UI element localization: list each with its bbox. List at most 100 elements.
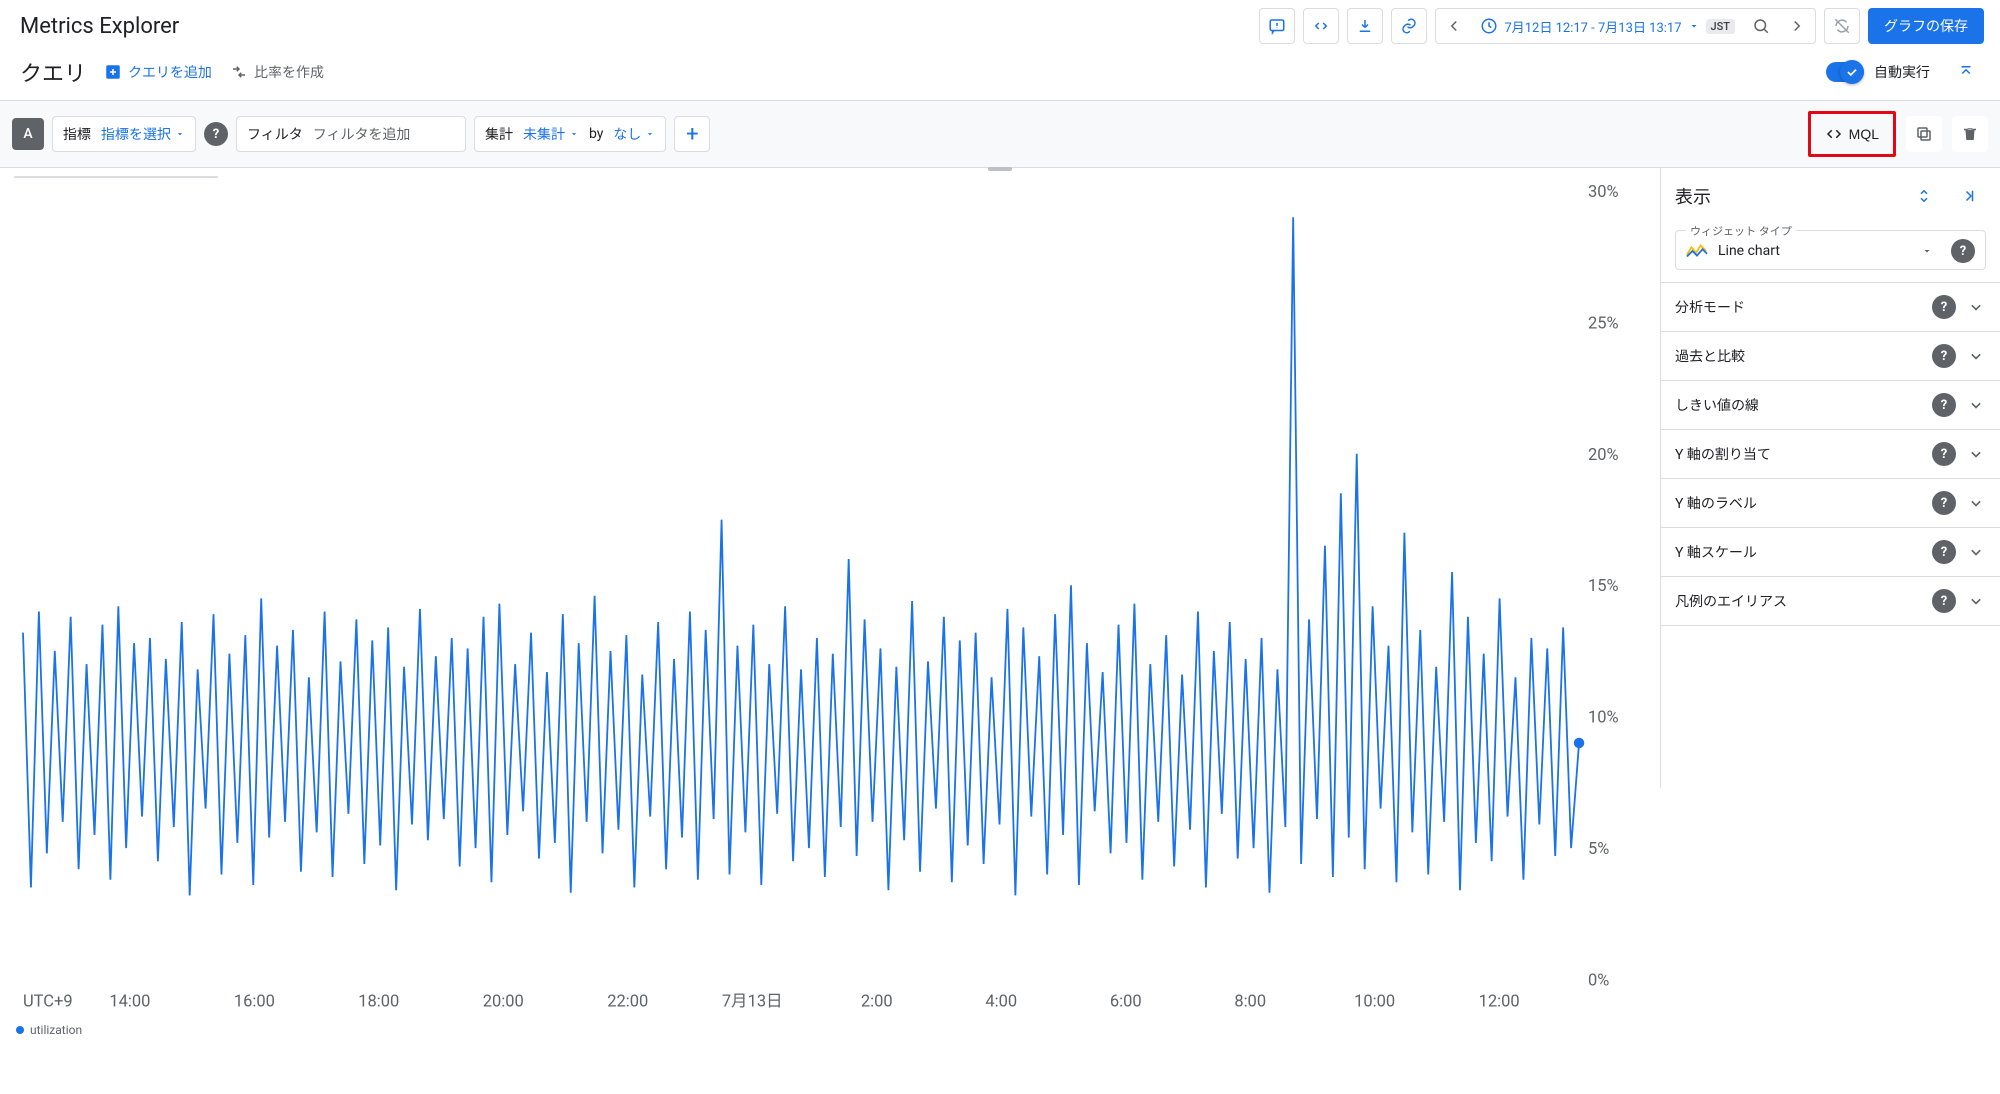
save-chart-button[interactable]: グラフの保存 <box>1868 8 1984 44</box>
help-icon[interactable]: ? <box>1932 442 1956 466</box>
display-option-label: 過去と比較 <box>1675 346 1922 366</box>
display-option-label: Y 軸のラベル <box>1675 493 1922 513</box>
display-option-row[interactable]: しきい値の線? <box>1661 381 2000 430</box>
display-option-row[interactable]: Y 軸スケール? <box>1661 528 2000 577</box>
by-label: by <box>589 126 603 142</box>
svg-text:22:00: 22:00 <box>607 992 648 1011</box>
time-next-button[interactable] <box>1779 8 1815 44</box>
delete-query-button[interactable] <box>1952 116 1988 152</box>
svg-text:14:00: 14:00 <box>109 992 150 1011</box>
display-options-accordion: 分析モード?過去と比較?しきい値の線?Y 軸の割り当て?Y 軸のラベル?Y 軸ス… <box>1661 282 2000 626</box>
display-option-row[interactable]: 凡例のエイリアス? <box>1661 577 2000 626</box>
tab-table[interactable]: テーブル <box>83 177 163 178</box>
time-range-picker: 7月12日 12:17 - 7月13日 13:17 JST <box>1435 8 1816 44</box>
collapse-panel-button[interactable] <box>1950 178 1986 214</box>
display-option-row[interactable]: 過去と比較? <box>1661 332 2000 381</box>
dropdown-icon <box>1921 245 1933 257</box>
widget-type-field[interactable]: ウィジェット タイプ Line chart ? <box>1675 230 1986 270</box>
time-prev-button[interactable] <box>1436 8 1472 44</box>
svg-text:2:00: 2:00 <box>861 992 893 1011</box>
expand-y-button[interactable] <box>1906 178 1942 214</box>
add-filter-button[interactable]: + <box>674 116 710 152</box>
filter-label: フィルタ <box>247 124 303 144</box>
chevron-down-icon <box>1966 542 1986 562</box>
duplicate-query-button[interactable] <box>1906 116 1942 152</box>
add-query-button[interactable]: クエリを追加 <box>104 62 212 82</box>
filter-field[interactable]: フィルタ フィルタを追加 <box>236 116 466 152</box>
agg-label: 集計 <box>485 124 513 144</box>
help-icon[interactable]: ? <box>1932 589 1956 613</box>
tab-chart[interactable]: グラフ <box>15 177 83 178</box>
feedback-button[interactable] <box>1259 8 1295 44</box>
create-ratio-label: 比率を作成 <box>254 62 324 82</box>
chevron-down-icon <box>1966 591 1986 611</box>
svg-text:0%: 0% <box>1588 972 1609 991</box>
collapse-queries-button[interactable] <box>1948 54 1984 90</box>
svg-text:18:00: 18:00 <box>358 992 399 1011</box>
widget-type-caption: ウィジェット タイプ <box>1686 223 1796 239</box>
time-search-button[interactable] <box>1743 8 1779 44</box>
metric-help-icon[interactable]: ? <box>204 122 228 146</box>
widget-type-value: Line chart <box>1718 243 1911 259</box>
help-icon[interactable]: ? <box>1932 344 1956 368</box>
chevron-down-icon <box>1966 493 1986 513</box>
display-option-label: Y 軸の割り当て <box>1675 444 1922 464</box>
create-ratio-button[interactable]: 比率を作成 <box>230 62 324 82</box>
metric-selector[interactable]: 指標を選択 <box>101 124 185 144</box>
legend-series-label: utilization <box>30 1023 82 1037</box>
time-range-button[interactable]: 7月12日 12:17 - 7月13日 13:17 JST <box>1472 17 1743 36</box>
display-option-row[interactable]: 分析モード? <box>1661 283 2000 332</box>
svg-text:6:00: 6:00 <box>1110 992 1142 1011</box>
help-icon[interactable]: ? <box>1932 540 1956 564</box>
aggregation-field[interactable]: 集計 未集計 by なし <box>474 116 666 152</box>
svg-text:10%: 10% <box>1588 709 1619 728</box>
mql-button[interactable]: MQL <box>1813 116 1891 152</box>
display-option-row[interactable]: Y 軸の割り当て? <box>1661 430 2000 479</box>
by-selector[interactable]: なし <box>613 124 655 144</box>
chevron-down-icon <box>1966 297 1986 317</box>
svg-text:4:00: 4:00 <box>985 992 1017 1011</box>
svg-text:12:00: 12:00 <box>1479 992 1520 1011</box>
display-option-label: 凡例のエイリアス <box>1675 591 1922 611</box>
add-query-label: クエリを追加 <box>128 62 212 82</box>
help-icon[interactable]: ? <box>1932 491 1956 515</box>
link-button[interactable] <box>1391 8 1427 44</box>
chevron-down-icon <box>1966 346 1986 366</box>
query-title: クエリ <box>20 56 86 88</box>
autorun-label: 自動実行 <box>1874 62 1930 82</box>
autorun-toggle[interactable] <box>1826 62 1864 82</box>
drag-handle-icon[interactable] <box>988 167 1012 171</box>
series-letter-chip[interactable]: A <box>12 118 44 150</box>
download-button[interactable] <box>1347 8 1383 44</box>
metric-label: 指標 <box>63 124 91 144</box>
display-option-row[interactable]: Y 軸のラベル? <box>1661 479 2000 528</box>
svg-text:10:00: 10:00 <box>1354 992 1395 1011</box>
chart-canvas[interactable]: 0%5%10%15%20%25%30%UTC+914:0016:0018:002… <box>14 182 1648 1021</box>
mql-label: MQL <box>1849 126 1879 142</box>
widget-type-help-icon[interactable]: ? <box>1951 239 1975 263</box>
time-range-text: 7月12日 12:17 - 7月13日 13:17 <box>1504 17 1681 36</box>
page-title: Metrics Explorer <box>20 14 179 39</box>
help-icon[interactable]: ? <box>1932 295 1956 319</box>
help-icon[interactable]: ? <box>1932 393 1956 417</box>
svg-text:5%: 5% <box>1588 840 1609 859</box>
autorefresh-off-button[interactable] <box>1824 8 1860 44</box>
svg-text:8:00: 8:00 <box>1234 992 1266 1011</box>
tab-both[interactable]: 両方 <box>163 177 217 178</box>
sidepanel-title: 表示 <box>1675 183 1898 209</box>
chart-legend: utilization <box>14 1021 1648 1037</box>
mql-highlight-box: MQL <box>1808 111 1896 157</box>
top-toolbar: Metrics Explorer 7月12日 12:17 - 7月13日 13:… <box>0 0 2000 52</box>
query-builder-bar: A 指標 指標を選択 ? フィルタ フィルタを追加 集計 未集計 by なし +… <box>0 100 2000 168</box>
code-button[interactable] <box>1303 8 1339 44</box>
svg-text:7月13日: 7月13日 <box>722 992 783 1011</box>
filter-placeholder: フィルタを追加 <box>313 124 411 144</box>
display-option-label: Y 軸スケール <box>1675 542 1922 562</box>
svg-text:20:00: 20:00 <box>483 992 524 1011</box>
agg-selector[interactable]: 未集計 <box>523 124 579 144</box>
metric-field[interactable]: 指標 指標を選択 <box>52 116 196 152</box>
svg-text:UTC+9: UTC+9 <box>23 992 73 1011</box>
chart-pane: グラフ テーブル 両方 0%5%10%15%20%25%30%UTC+914:0… <box>0 168 1660 788</box>
legend-color-dot <box>16 1026 24 1034</box>
svg-text:30%: 30% <box>1588 183 1619 202</box>
